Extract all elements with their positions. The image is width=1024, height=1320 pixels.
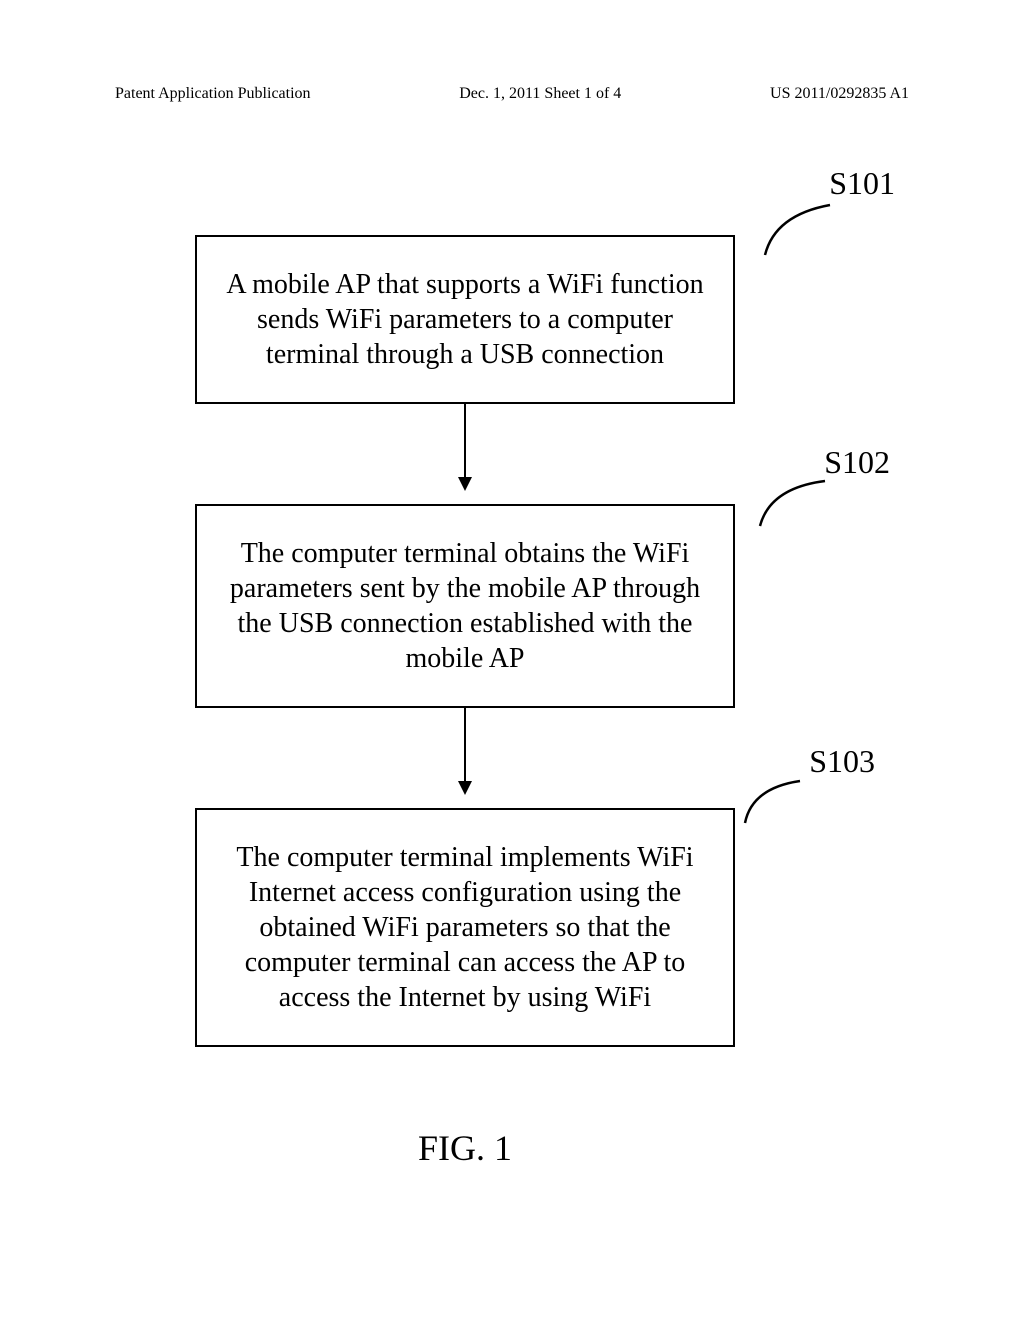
arrow-head-icon (458, 781, 472, 795)
header-center: Dec. 1, 2011 Sheet 1 of 4 (459, 85, 621, 103)
step-text-2: The computer terminal obtains the WiFi p… (230, 538, 700, 674)
arrow-head-icon (458, 477, 472, 491)
header-left: Patent Application Publication (115, 85, 311, 103)
flowchart-step-1: A mobile AP that supports a WiFi functio… (195, 235, 735, 404)
callout-curve-1 (760, 200, 840, 260)
flowchart-step-2: The computer terminal obtains the WiFi p… (195, 504, 735, 708)
callout-curve-2 (755, 476, 835, 531)
step-label-s101: S101 (829, 165, 895, 202)
arrow-1-to-2 (195, 404, 735, 504)
arrow-2-to-3 (195, 708, 735, 808)
flowchart-step-3: The computer terminal implements WiFi In… (195, 808, 735, 1047)
callout-curve-3 (740, 778, 810, 828)
step-label-s103: S103 (809, 743, 875, 780)
step-text-1: A mobile AP that supports a WiFi functio… (226, 269, 703, 370)
arrow-line-icon (464, 708, 466, 793)
figure-caption: FIG. 1 (195, 1127, 735, 1169)
page-header: Patent Application Publication Dec. 1, 2… (0, 85, 1024, 103)
arrow-line-icon (464, 404, 466, 489)
header-right: US 2011/0292835 A1 (770, 85, 909, 103)
step-text-3: The computer terminal implements WiFi In… (236, 842, 693, 1013)
flowchart-diagram: S101 A mobile AP that supports a WiFi fu… (150, 165, 870, 1169)
